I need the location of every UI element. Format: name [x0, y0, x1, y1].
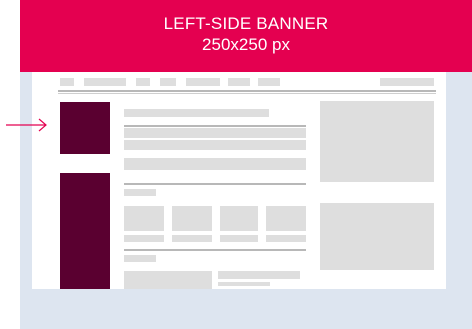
- bottom-block-left: [124, 271, 212, 289]
- thumbnail-1: [124, 206, 164, 231]
- arrow-right-icon: [6, 118, 47, 132]
- content-text-block-2: [124, 140, 306, 150]
- webpage-mockup: [32, 72, 446, 289]
- thumbnail-2: [172, 206, 212, 231]
- bottom-block-right-text: [218, 282, 270, 286]
- thumbnail-caption-3: [220, 235, 258, 242]
- nav-placeholder-1: [60, 78, 74, 86]
- left-banner-ad-bottom: [60, 173, 110, 289]
- sidebar-block-bottom: [320, 203, 434, 270]
- nav-placeholder-6: [228, 78, 250, 86]
- thumbnail-caption-2: [172, 235, 212, 242]
- section-label-placeholder-2: [124, 255, 156, 262]
- banner-size-label: 250x250 px: [202, 35, 290, 54]
- thumbnail-3: [220, 206, 258, 231]
- nav-placeholder-7: [258, 78, 280, 86]
- sidebar-block-top: [320, 101, 434, 182]
- section-label-placeholder: [124, 189, 156, 196]
- left-banner-ad-top: [60, 102, 110, 154]
- nav-placeholder-2: [84, 78, 126, 86]
- thumbnail-4: [266, 206, 306, 231]
- content-headline-placeholder: [124, 109, 269, 117]
- banner-title: LEFT-SIDE BANNER: [163, 14, 329, 33]
- header-divider-thin: [58, 93, 436, 94]
- header-divider: [58, 90, 436, 92]
- content-text-block-3: [124, 158, 306, 170]
- thumbnail-caption-4: [266, 235, 306, 242]
- nav-placeholder-3: [136, 78, 150, 86]
- nav-search-placeholder: [380, 78, 434, 86]
- banner-header: LEFT-SIDE BANNER 250x250 px: [20, 0, 472, 72]
- bottom-block-right-title: [218, 271, 300, 279]
- nav-placeholder-4: [160, 78, 176, 86]
- content-text-block-1: [124, 128, 306, 138]
- nav-placeholder-5: [186, 78, 220, 86]
- content-divider-1: [124, 125, 306, 127]
- thumbnail-caption-1: [124, 235, 164, 242]
- content-divider-3: [124, 249, 306, 251]
- content-divider-2: [124, 183, 306, 185]
